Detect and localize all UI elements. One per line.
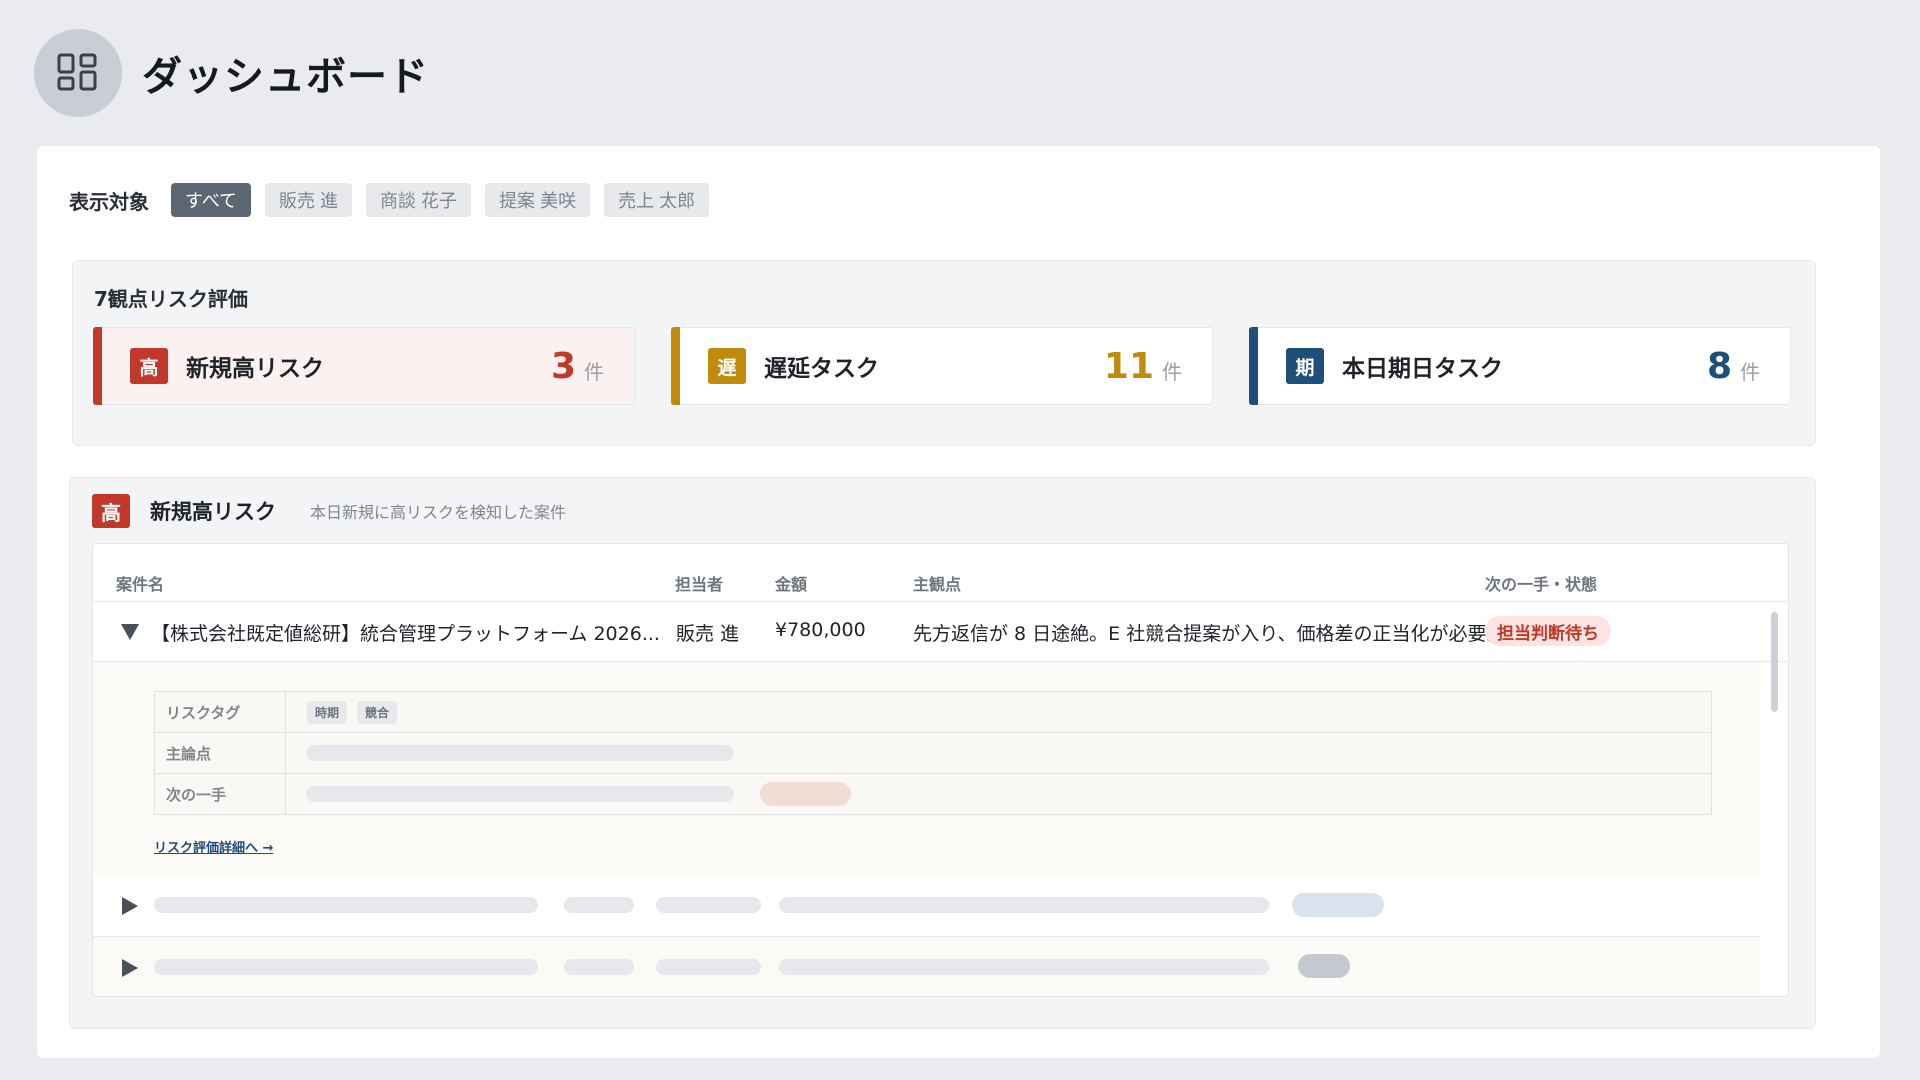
text-placeholder xyxy=(779,897,1269,913)
status-badge: 担当判断待ち xyxy=(1485,616,1611,646)
collapse-triangle-icon[interactable] xyxy=(121,624,139,640)
detail-table: リスクタグ 時期 競合 主論点 次の一手 xyxy=(154,691,1712,815)
filter-label: 表示対象 xyxy=(69,189,149,214)
table-row[interactable] xyxy=(93,936,1760,996)
filter-chip-uriage[interactable]: 売上 太郎 xyxy=(604,183,710,217)
detail-label: リスクタグ xyxy=(155,692,286,732)
text-placeholder xyxy=(656,897,761,913)
expand-triangle-icon[interactable] xyxy=(122,959,138,977)
table-row[interactable]: 【株式会社既定値総研】統合管理プラットフォーム 2026... 販売 進 ¥78… xyxy=(93,601,1788,662)
filter-chip-teian[interactable]: 提案 美咲 xyxy=(485,183,591,217)
column-header-amount[interactable]: 金額 xyxy=(775,571,807,595)
text-placeholder xyxy=(656,959,761,975)
row-detail-panel: リスクタグ 時期 競合 主論点 次の一手 リスク評価詳細へ → xyxy=(93,662,1760,875)
high-risk-badge: 高 xyxy=(92,494,130,528)
table-row[interactable] xyxy=(93,875,1760,936)
card-accent-bar xyxy=(671,327,680,405)
high-risk-title: 新規高リスク xyxy=(150,500,276,524)
page-title: ダッシュボード xyxy=(142,54,429,100)
text-placeholder xyxy=(564,959,634,975)
text-placeholder xyxy=(564,897,634,913)
scrollbar-thumb[interactable] xyxy=(1771,612,1778,712)
card-label: 新規高リスク xyxy=(186,356,324,382)
card-unit: 件 xyxy=(1740,360,1760,384)
card-label: 遅延タスク xyxy=(764,356,879,382)
column-header-name[interactable]: 案件名 xyxy=(116,571,164,595)
high-risk-badge: 高 xyxy=(130,348,168,384)
delayed-task-card[interactable]: 遅 遅延タスク 11 件 xyxy=(671,327,1213,405)
card-label: 本日期日タスク xyxy=(1342,356,1503,382)
deal-amount: ¥780,000 xyxy=(775,619,866,641)
status-placeholder xyxy=(1298,954,1350,978)
card-count: 3 xyxy=(550,345,576,387)
detail-label: 次の一手 xyxy=(155,774,286,815)
column-header-owner[interactable]: 担当者 xyxy=(675,571,723,595)
card-unit: 件 xyxy=(1162,360,1182,384)
detail-row-risk-tags: リスクタグ 時期 競合 xyxy=(155,692,1711,733)
risk-detail-link[interactable]: リスク評価詳細へ → xyxy=(154,837,273,856)
text-placeholder xyxy=(154,959,538,975)
delay-badge: 遅 xyxy=(708,348,746,384)
high-risk-subtitle: 本日新規に高リスクを検知した案件 xyxy=(310,503,567,522)
card-unit: 件 xyxy=(584,360,604,384)
expand-triangle-icon[interactable] xyxy=(122,897,138,915)
card-count: 11 xyxy=(1103,345,1154,387)
card-accent-bar xyxy=(93,327,102,405)
high-risk-table: 案件名 担当者 金額 主観点 次の一手・状態 【株式会社既定値総研】統合管理プラ… xyxy=(92,543,1789,997)
dashboard-grid-icon xyxy=(34,29,122,117)
card-count: 8 xyxy=(1706,345,1732,387)
risk-tag: 競合 xyxy=(357,701,398,724)
filter-chip-hanbai[interactable]: 販売 進 xyxy=(265,183,353,217)
high-risk-card[interactable]: 高 新規高リスク 3 件 xyxy=(93,327,635,405)
filter-bar: 表示対象 すべて 販売 進 商談 花子 提案 美咲 売上 太郎 xyxy=(69,183,723,217)
page-header: ダッシュボード xyxy=(34,29,429,117)
card-accent-bar xyxy=(1249,327,1258,405)
high-risk-section: 高 新規高リスク 本日新規に高リスクを検知した案件 案件名 担当者 金額 主観点… xyxy=(69,477,1816,1029)
deal-name: 【株式会社既定値総研】統合管理プラットフォーム 2026... xyxy=(151,623,660,645)
status-placeholder xyxy=(760,782,851,806)
status-placeholder xyxy=(1292,893,1384,917)
deal-main-point: 先方返信が 8 日途絶。E 社競合提案が入り、価格差の正当化が必要。 xyxy=(913,623,1506,645)
due-badge: 期 xyxy=(1286,348,1324,384)
column-header-status[interactable]: 次の一手・状態 xyxy=(1485,571,1597,595)
detail-row-main-point: 主論点 xyxy=(155,733,1711,774)
filter-chip-shodan[interactable]: 商談 花子 xyxy=(366,183,472,217)
main-panel: 表示対象 すべて 販売 進 商談 花子 提案 美咲 売上 太郎 7観点リスク評価… xyxy=(37,146,1880,1058)
text-placeholder xyxy=(306,745,734,761)
deal-owner: 販売 進 xyxy=(676,623,740,645)
high-risk-header: 高 新規高リスク 本日新規に高リスクを検知した案件 xyxy=(92,494,566,528)
text-placeholder xyxy=(779,959,1269,975)
risk-evaluation-section: 7観点リスク評価 高 新規高リスク 3 件 遅 遅延タスク 11 件 期 本日期… xyxy=(72,260,1816,446)
detail-label: 主論点 xyxy=(155,733,286,773)
filter-chip-all[interactable]: すべて xyxy=(171,183,252,217)
due-today-card[interactable]: 期 本日期日タスク 8 件 xyxy=(1249,327,1791,405)
detail-row-next-step: 次の一手 xyxy=(155,774,1711,815)
text-placeholder xyxy=(306,786,734,802)
text-placeholder xyxy=(154,897,538,913)
risk-section-title: 7観点リスク評価 xyxy=(94,287,248,311)
risk-tag: 時期 xyxy=(307,701,348,724)
column-header-point[interactable]: 主観点 xyxy=(913,571,961,595)
